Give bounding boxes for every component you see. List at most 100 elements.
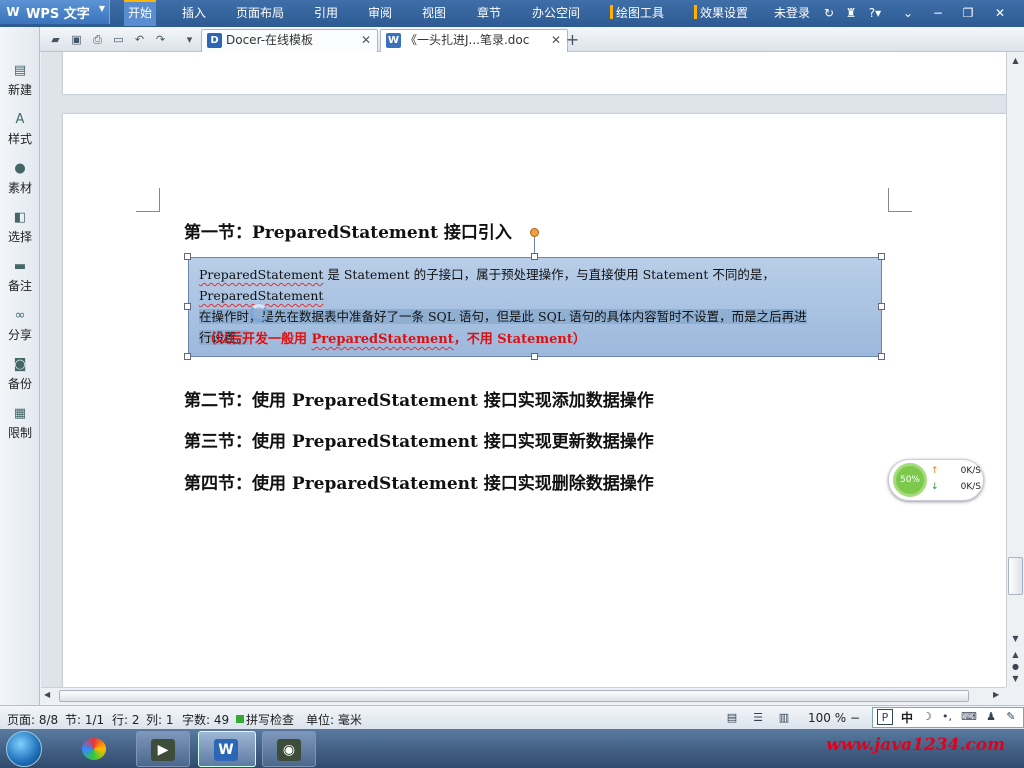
status-page[interactable]: 页面: 8/8: [7, 711, 58, 728]
resize-handle-right[interactable]: [878, 303, 885, 310]
taskbar-app-colorful[interactable]: [68, 731, 122, 767]
tab-bar: ▰ ▣ ⎙ ▭ ↶ ↷ ▾ D Docer-在线模板 ✕ W 《一头扎进J...…: [40, 27, 1024, 52]
ime-user-icon[interactable]: ♟: [983, 709, 999, 725]
menu-view[interactable]: 视图: [418, 0, 450, 26]
left-sidebar: ▤ 新建 A 样式 ● 素材 ◧ 选择 ▬ 备注 ∞ 分享 ◙ 备份 ▦ 限制: [0, 27, 40, 705]
menu-insert[interactable]: 插入: [178, 0, 210, 26]
web-view-icon[interactable]: ▥: [776, 710, 792, 726]
sidebar-item-label: 备注: [7, 279, 32, 293]
sidebar-item-style[interactable]: A 样式: [0, 106, 40, 151]
resize-handle-left[interactable]: [184, 303, 191, 310]
ime-toolbar[interactable]: P 中 ☽ •, ⌨ ♟ ✎: [872, 707, 1024, 728]
status-word-count[interactable]: 字数: 49: [182, 711, 229, 728]
ime-language-toggle[interactable]: 中: [901, 709, 913, 726]
sidebar-item-label: 选择: [7, 230, 32, 244]
sidebar-item-label: 备份: [7, 377, 32, 391]
ime-punctuation-icon[interactable]: •,: [939, 709, 955, 725]
horizontal-scroll-thumb[interactable]: [59, 690, 969, 702]
app-menu-button[interactable]: W WPS 文字 ▼: [0, 0, 110, 24]
select-icon: ◧: [13, 210, 27, 225]
scroll-down-icon[interactable]: ▼: [1008, 632, 1023, 646]
menu-chapter[interactable]: 章节: [473, 0, 505, 26]
start-button[interactable]: [6, 731, 42, 767]
rotate-handle[interactable]: [530, 228, 539, 237]
taskbar-app-recorder[interactable]: ◉: [262, 731, 316, 767]
site-watermark: www.java1234.com: [826, 735, 1006, 755]
sidebar-item-restrict[interactable]: ▦ 限制: [0, 400, 40, 445]
menu-drawing-tools[interactable]: 绘图工具: [606, 0, 668, 26]
document-area[interactable]: 第一节：PreparedStatement 接口引入 PreparedState…: [41, 52, 1006, 687]
word-doc-icon: W: [386, 33, 401, 48]
next-page-icon[interactable]: ▼: [1008, 672, 1023, 686]
wps-logo-icon: W: [6, 5, 20, 19]
horizontal-scrollbar[interactable]: ◀ ▶: [41, 687, 1006, 704]
restore-icon[interactable]: ❐: [960, 5, 976, 21]
upload-speed: ↑ 0K/S: [931, 466, 981, 476]
sidebar-item-material[interactable]: ● 素材: [0, 155, 40, 200]
vertical-scroll-thumb[interactable]: [1008, 557, 1023, 595]
scroll-left-icon[interactable]: ◀: [44, 690, 50, 699]
sidebar-item-label: 限制: [7, 426, 32, 440]
scroll-right-icon[interactable]: ▶: [993, 690, 999, 699]
redo-icon[interactable]: ↷: [153, 32, 168, 47]
menu-references[interactable]: 引用: [310, 0, 342, 26]
status-bar: 页面: 8/8 节: 1/1 行: 2 列: 1 字数: 49 拼写检查 单位:…: [0, 705, 1024, 729]
skin-icon[interactable]: ♜: [843, 5, 859, 21]
close-tab-icon[interactable]: ✕: [551, 30, 561, 51]
zoom-level[interactable]: 100 %: [808, 711, 846, 725]
page-view-icon[interactable]: ▤: [724, 710, 740, 726]
sync-icon[interactable]: ↻: [821, 5, 837, 21]
menu-effect-settings[interactable]: 效果设置: [690, 0, 752, 26]
close-tab-icon[interactable]: ✕: [361, 30, 371, 51]
sidebar-item-comment[interactable]: ▬ 备注: [0, 253, 40, 298]
menu-page-layout[interactable]: 页面布局: [232, 0, 288, 26]
new-tab-icon[interactable]: +: [565, 32, 580, 48]
resize-handle-top-right[interactable]: [878, 253, 885, 260]
print-icon[interactable]: ⎙: [90, 32, 105, 47]
sidebar-item-backup[interactable]: ◙ 备份: [0, 351, 40, 396]
ime-logo-icon[interactable]: P: [877, 709, 893, 725]
selected-text-box[interactable]: PreparedStatement 是 Statement 的子接口，属于预处理…: [188, 257, 882, 357]
heading-section-3[interactable]: 第三节：使用 PreparedStatement 接口实现更新数据操作: [184, 427, 654, 452]
heading-section-4[interactable]: 第四节：使用 PreparedStatement 接口实现删除数据操作: [184, 469, 654, 494]
close-icon[interactable]: ✕: [992, 5, 1008, 21]
red-note-text[interactable]: （以后开发一般用 PreparedStatement，不用 Statement）: [203, 328, 586, 347]
collapse-ribbon-icon[interactable]: ⌄: [900, 5, 916, 21]
status-unit[interactable]: 单位: 毫米: [306, 711, 362, 728]
sidebar-item-new[interactable]: ▤ 新建: [0, 57, 40, 102]
tab-docer-templates[interactable]: D Docer-在线模板 ✕: [201, 29, 378, 52]
taskbar-app-terminal[interactable]: ▶: [136, 731, 190, 767]
vertical-scrollbar[interactable]: ▲ ▼ ▲ ● ▼: [1006, 52, 1024, 687]
heading-section-1[interactable]: 第一节：PreparedStatement 接口引入: [184, 218, 512, 243]
outline-view-icon[interactable]: ☰: [750, 710, 766, 726]
menu-office-space[interactable]: 办公空间: [528, 0, 584, 26]
net-speed-widget[interactable]: 50% ↑ 0K/S ↓ 0K/S: [888, 459, 984, 501]
open-folder-icon[interactable]: ▰: [48, 32, 63, 47]
taskbar-app-wps[interactable]: W: [198, 731, 256, 767]
heading-section-2[interactable]: 第二节：使用 PreparedStatement 接口实现添加数据操作: [184, 386, 654, 411]
busy-cursor-icon: [250, 304, 268, 322]
resize-handle-bottom-right[interactable]: [878, 353, 885, 360]
undo-icon[interactable]: ↶: [132, 32, 147, 47]
customize-toolbar-icon[interactable]: ▾: [182, 32, 197, 47]
resize-handle-top-left[interactable]: [184, 253, 191, 260]
login-button[interactable]: 未登录: [770, 0, 814, 26]
spellcheck-button[interactable]: 拼写检查: [246, 711, 294, 728]
ime-halfwidth-icon[interactable]: ☽: [919, 709, 935, 725]
zoom-out-icon[interactable]: −: [850, 711, 860, 725]
resize-handle-top[interactable]: [531, 253, 538, 260]
resize-handle-bottom-left[interactable]: [184, 353, 191, 360]
help-button[interactable]: ?▾: [863, 5, 887, 21]
ime-settings-icon[interactable]: ✎: [1003, 709, 1019, 725]
sidebar-item-share[interactable]: ∞ 分享: [0, 302, 40, 347]
menu-home[interactable]: 开始: [124, 0, 157, 26]
tab-current-document[interactable]: W 《一头扎进J...笔录.doc ✕: [380, 29, 568, 52]
menu-review[interactable]: 审阅: [364, 0, 396, 26]
minimize-icon[interactable]: −: [930, 5, 946, 21]
resize-handle-bottom[interactable]: [531, 353, 538, 360]
scroll-up-icon[interactable]: ▲: [1008, 54, 1023, 68]
sidebar-item-select[interactable]: ◧ 选择: [0, 204, 40, 249]
ime-keyboard-icon[interactable]: ⌨: [961, 709, 977, 725]
save-icon[interactable]: ▣: [69, 32, 84, 47]
print-preview-icon[interactable]: ▭: [111, 32, 126, 47]
